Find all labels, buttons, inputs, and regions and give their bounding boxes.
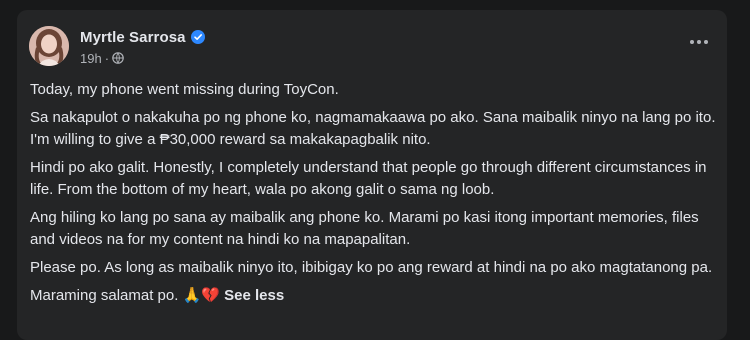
post-paragraph-2: Sa nakapulot o nakakuha po ng phone ko, …: [30, 108, 716, 149]
post-paragraph-4: Ang hiling ko lang po sana ay maibalik a…: [30, 208, 699, 249]
more-options-icon: [690, 40, 708, 44]
author-row: Myrtle Sarrosa: [80, 27, 205, 47]
post-paragraph-1: Today, my phone went missing during ToyC…: [30, 81, 339, 98]
avatar-image: [29, 26, 69, 66]
post-card: Myrtle Sarrosa 19h · Today, my phone wen…: [17, 10, 727, 340]
closing-text: Maraming salamat po.: [30, 287, 179, 304]
avatar[interactable]: [29, 26, 69, 66]
post-paragraph-5: Please po. As long as maibalik ninyo ito…: [30, 258, 713, 276]
post-meta: 19h ·: [80, 50, 124, 66]
post-body: Today, my phone went missing during ToyC…: [30, 79, 720, 313]
meta-separator: ·: [104, 50, 110, 66]
post-timestamp[interactable]: 19h: [80, 51, 102, 66]
verified-badge-icon: [190, 30, 205, 44]
see-less-link[interactable]: See less: [224, 287, 284, 304]
post-paragraph-3: Hindi po ako galit. Honestly, I complete…: [30, 158, 707, 199]
closing-emojis: 🙏💔: [182, 286, 220, 304]
globe-icon[interactable]: [112, 52, 124, 64]
more-options-button[interactable]: [687, 34, 711, 50]
post-closing: Maraming salamat po. 🙏💔 See less: [30, 284, 720, 308]
author-name[interactable]: Myrtle Sarrosa: [80, 29, 186, 46]
